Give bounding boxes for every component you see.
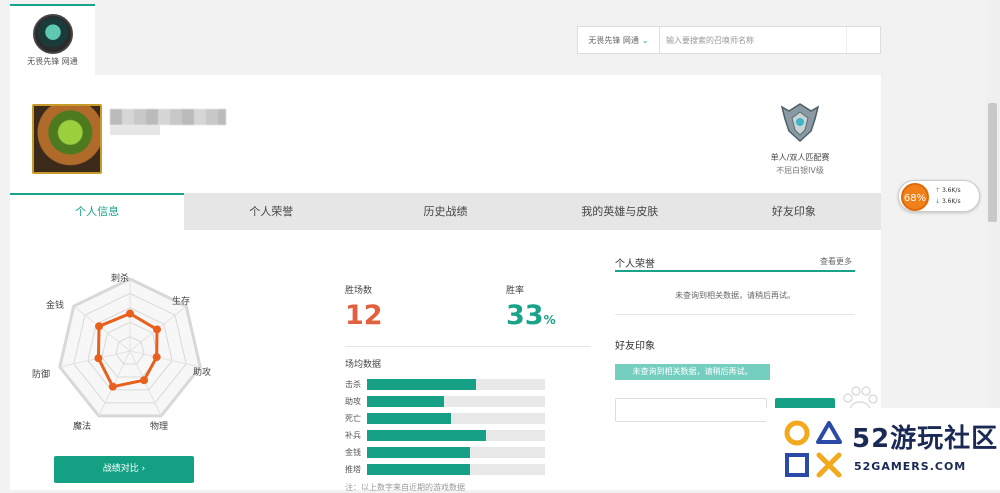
gamepad-buttons-logo-icon — [784, 420, 842, 478]
tab-personal-honor[interactable]: 个人荣誉 — [184, 193, 358, 230]
radar-value-point — [108, 382, 117, 391]
avatar — [32, 104, 102, 174]
chevron-right-icon: › — [141, 464, 146, 474]
stat-bar-row: 助攻 — [345, 395, 545, 407]
panel-divider — [615, 314, 855, 315]
stat-bar-fill — [367, 446, 471, 458]
personal-info-panel: 刺杀 生存 助攻 物理 魔法 防御 金钱 战绩对比 › 胜场数 12 胜率 33… — [10, 230, 881, 492]
stat-bar-fill — [367, 429, 487, 441]
wins-value: 12 — [345, 300, 383, 331]
upload-speed-value: 3.6K/s — [941, 187, 961, 194]
search-box: 无畏先锋 网通 ⌄ — [577, 26, 881, 54]
silver-rank-emblem-icon — [780, 103, 820, 143]
tab-heroes-skins[interactable]: 我的英雄与皮肤 — [533, 193, 707, 230]
server-select-label: 无畏先锋 网通 — [588, 35, 639, 45]
honor-title-underline — [615, 270, 855, 272]
rank-tier: 不屈白银IV级 — [776, 166, 824, 175]
watermark-subtitle: 52GAMERS.COM — [854, 460, 967, 473]
summoner-level-blurred — [110, 125, 160, 135]
search-button[interactable] — [846, 27, 880, 53]
radar-value-point — [95, 322, 104, 331]
ability-radar-chart — [58, 277, 202, 418]
average-stats-title: 场均数据 — [345, 360, 382, 370]
stats-divider — [345, 346, 591, 347]
upload-speed: ↑ 3.6K/s — [935, 187, 961, 194]
server-logo-icon — [32, 14, 73, 54]
radar-label-gold: 金钱 — [46, 301, 65, 311]
download-speed-value: 3.6K/s — [941, 198, 961, 205]
stat-bar-row: 金钱 — [345, 446, 545, 458]
download-speed: ↓ 3.6K/s — [935, 198, 961, 205]
honor-title: 个人荣誉 — [615, 259, 655, 270]
radar-value-point — [152, 353, 161, 362]
impression-input[interactable] — [615, 398, 767, 422]
watermark-title: 52游玩社区 — [852, 424, 999, 454]
server-name: 无畏先锋 网通 — [27, 57, 78, 66]
stat-bar-label: 击杀 — [345, 379, 361, 389]
site-watermark: 52游玩社区 52GAMERS.COM — [766, 408, 1000, 490]
impression-empty-message: 未查询到相关数据，请稍后再试。 — [615, 364, 770, 380]
rank-queue: 单人/双人匹配赛 — [770, 153, 830, 162]
stat-bar-fill — [367, 463, 471, 475]
stat-bar-track — [367, 395, 545, 407]
honor-empty-message: 未查询到相关数据，请稍后再试。 — [675, 291, 795, 300]
stats-note: 注：以上数字来自近期的游戏数据 — [345, 483, 465, 492]
radar-label-kill: 刺杀 — [111, 274, 130, 284]
server-select[interactable]: 无畏先锋 网通 ⌄ — [578, 27, 660, 53]
radar-label-assist: 助攻 — [193, 368, 212, 378]
radar-label-physical: 物理 — [150, 422, 169, 432]
win-rate-number: 33 — [506, 300, 544, 331]
radar-value-point — [126, 309, 134, 318]
compare-stats-label: 战绩对比 — [102, 464, 139, 474]
stat-bar-row: 击杀 — [345, 378, 545, 390]
radar-label-survival: 生存 — [172, 297, 191, 307]
upload-arrow-icon: ↑ — [935, 187, 941, 194]
win-rate-value: 33% — [506, 300, 556, 331]
network-usage-percent: 68% — [901, 183, 929, 211]
win-rate-unit: % — [543, 313, 556, 327]
stat-bar-row: 补兵 — [345, 429, 545, 441]
honor-more-link[interactable]: 查看更多 — [820, 256, 852, 267]
radar-value-point — [153, 325, 162, 334]
stat-bar-fill — [367, 395, 444, 407]
chevron-down-icon: ⌄ — [641, 35, 649, 45]
download-arrow-icon: ↓ — [935, 198, 941, 205]
radar-label-magic: 魔法 — [73, 422, 92, 432]
stat-bar-label: 推塔 — [345, 464, 361, 474]
server-tab[interactable]: 无畏先锋 网通 — [10, 4, 95, 75]
win-rate-label: 胜率 — [506, 286, 525, 296]
stat-bar-track — [367, 429, 545, 441]
summoner-name-blurred — [110, 109, 226, 125]
compare-stats-button[interactable]: 战绩对比 › — [54, 456, 194, 483]
stat-bar-label: 金钱 — [345, 447, 361, 457]
stat-bar-row: 推塔 — [345, 463, 545, 475]
stat-bar-track — [367, 378, 545, 390]
stat-bar-fill — [367, 378, 476, 390]
stat-bar-label: 死亡 — [345, 413, 361, 423]
stat-bar-row: 死亡 — [345, 412, 545, 424]
tab-friend-impression[interactable]: 好友印象 — [707, 193, 881, 230]
profile-tabs: 个人信息 个人荣誉 历史战绩 我的英雄与皮肤 好友印象 — [10, 193, 881, 230]
stat-bar-track — [367, 412, 545, 424]
profile-card: 单人/双人匹配赛 不屈白银IV级 — [10, 75, 881, 193]
scrollbar-thumb[interactable] — [988, 103, 997, 222]
radar-value-point — [140, 376, 149, 385]
network-speed-widget[interactable]: 68% ↑ 3.6K/s ↓ 3.6K/s — [898, 180, 980, 212]
tab-personal-info[interactable]: 个人信息 — [10, 193, 185, 230]
summoner-search-input[interactable] — [660, 27, 846, 53]
stat-bar-track — [367, 463, 545, 475]
wins-label: 胜场数 — [345, 286, 373, 296]
stat-bar-label: 助攻 — [345, 396, 361, 406]
radar-label-defense: 防御 — [32, 370, 51, 380]
stat-bar-track — [367, 446, 545, 458]
impression-title: 好友印象 — [615, 341, 655, 352]
stat-bar-fill — [367, 412, 451, 424]
tab-match-history[interactable]: 历史战绩 — [358, 193, 532, 230]
radar-value-point — [94, 354, 103, 363]
stat-bar-label: 补兵 — [345, 430, 361, 440]
